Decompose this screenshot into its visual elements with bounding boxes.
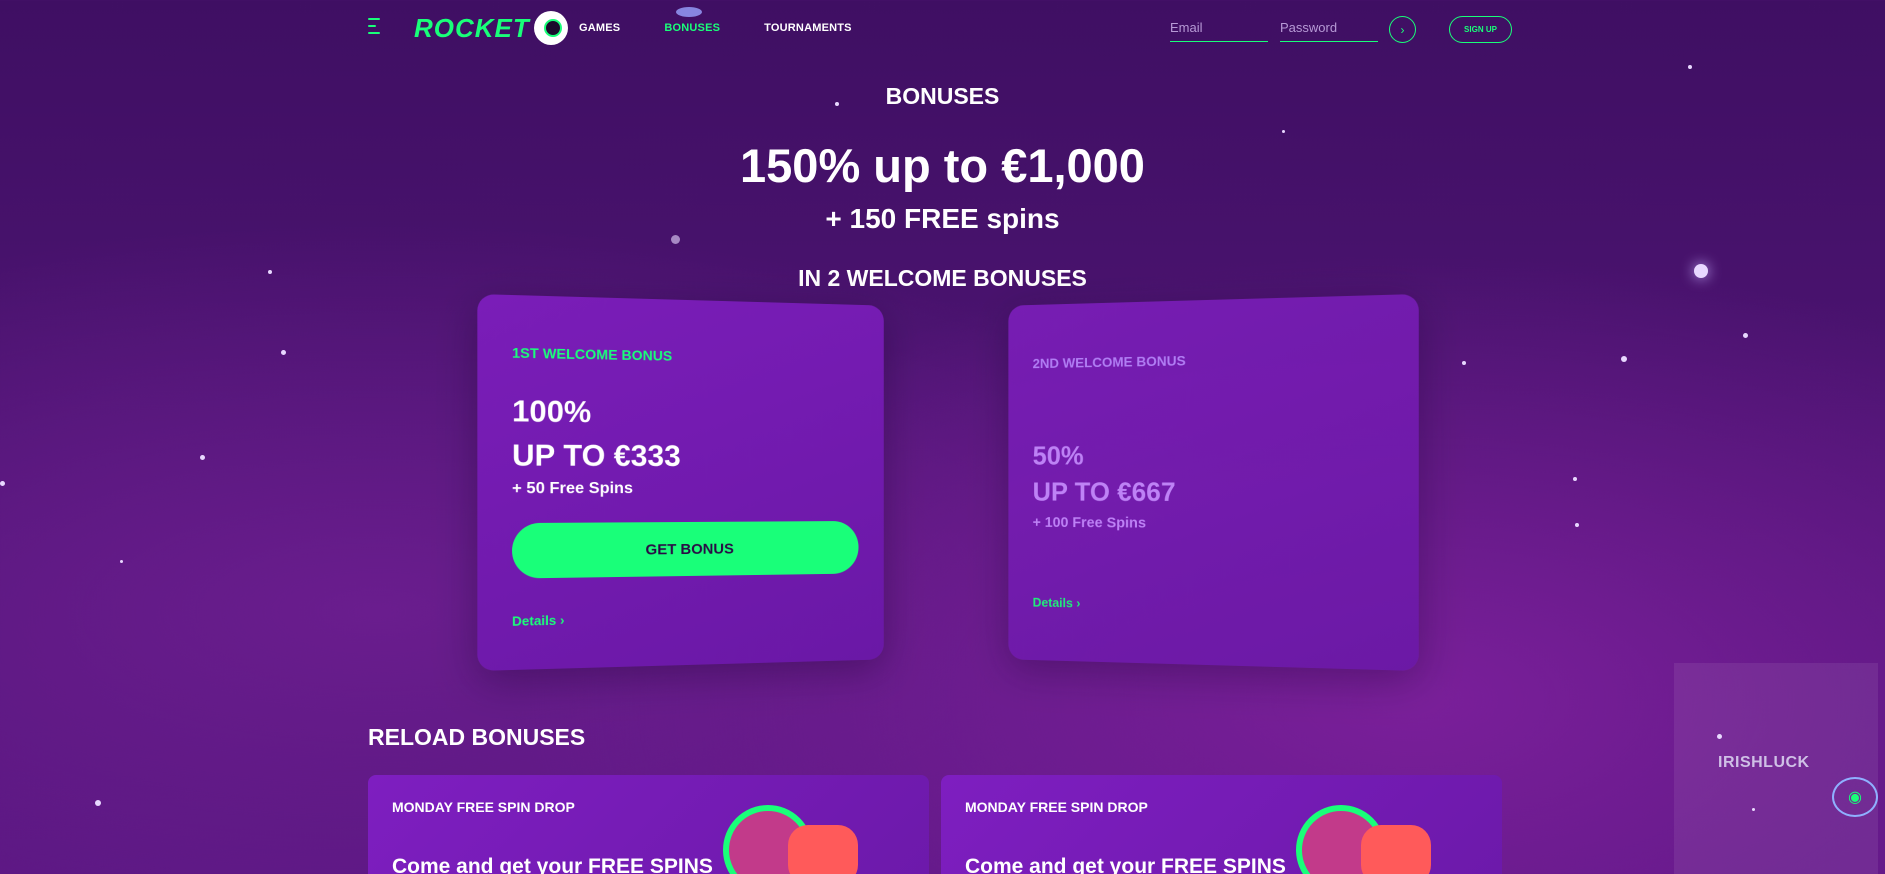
- details-link[interactable]: Details ›: [1033, 595, 1081, 611]
- welcome-bonuses-title: IN 2 WELCOME BONUSES: [0, 265, 1885, 292]
- email-field[interactable]: [1170, 14, 1268, 41]
- logo-wordmark: ROCKET: [414, 13, 530, 44]
- reload-card-description: Come and get your FREE SPINS: [392, 855, 713, 874]
- password-field-wrapper: [1280, 14, 1378, 42]
- reload-bonus-card-2[interactable]: MONDAY FREE SPIN DROP Come and get your …: [941, 775, 1502, 874]
- bonus-free-spins: + 50 Free Spins: [512, 480, 633, 498]
- bonus-percent: 100%: [512, 395, 591, 431]
- section-title: BONUSES: [0, 83, 1885, 110]
- bonus-amount: UP TO €667: [1033, 477, 1176, 508]
- welcome-bonus-card-2: 2ND WELCOME BONUS 50% UP TO €667 + 100 F…: [1008, 294, 1418, 671]
- reload-card-description: Come and get your FREE SPINS: [965, 855, 1286, 874]
- hero-headline: 150% up to €1,000: [0, 138, 1885, 193]
- bonus-percent: 50%: [1033, 441, 1084, 471]
- astronaut-mascot-icon: [534, 11, 568, 45]
- support-headset-icon[interactable]: ◉: [1832, 777, 1878, 817]
- reload-card-label: MONDAY FREE SPIN DROP: [392, 799, 575, 815]
- nav-bonuses[interactable]: BONUSES: [664, 22, 720, 34]
- reload-bonus-card-1[interactable]: MONDAY FREE SPIN DROP Come and get your …: [368, 775, 929, 874]
- reload-bonuses-title: RELOAD BONUSES: [368, 724, 585, 751]
- hero-subline: + 150 FREE spins: [0, 203, 1885, 235]
- nav-tournaments[interactable]: TOURNAMENTS: [764, 22, 852, 34]
- watermark-text: IRISHLUCK: [1718, 754, 1810, 772]
- email-field-wrapper: [1170, 14, 1268, 42]
- top-navigation-bar: ROCKET GAMES BONUSES TOURNAMENTS › SIGN …: [0, 0, 1885, 56]
- site-logo[interactable]: ROCKET: [414, 10, 568, 46]
- login-submit-button[interactable]: ›: [1389, 16, 1416, 43]
- bonus-card-label: 1ST WELCOME BONUS: [512, 344, 672, 363]
- password-field[interactable]: [1280, 14, 1378, 41]
- welcome-bonus-card-1: 1ST WELCOME BONUS 100% UP TO €333 + 50 F…: [477, 294, 883, 671]
- sign-up-button[interactable]: SIGN UP: [1449, 16, 1512, 43]
- rocket-mascot-illustration: [1361, 825, 1431, 874]
- bonus-amount: UP TO €333: [512, 439, 681, 474]
- bonus-card-label: 2ND WELCOME BONUS: [1033, 352, 1186, 371]
- rocket-mascot-illustration: [788, 825, 858, 874]
- nav-games[interactable]: GAMES: [579, 22, 620, 34]
- main-nav: GAMES BONUSES TOURNAMENTS: [579, 22, 852, 34]
- bonus-free-spins: + 100 Free Spins: [1033, 514, 1146, 531]
- arrow-right-icon: ›: [1401, 23, 1405, 37]
- details-link[interactable]: Details ›: [512, 612, 564, 628]
- get-bonus-button[interactable]: GET BONUS: [512, 521, 859, 579]
- reload-card-label: MONDAY FREE SPIN DROP: [965, 799, 1148, 815]
- menu-icon[interactable]: [368, 18, 382, 36]
